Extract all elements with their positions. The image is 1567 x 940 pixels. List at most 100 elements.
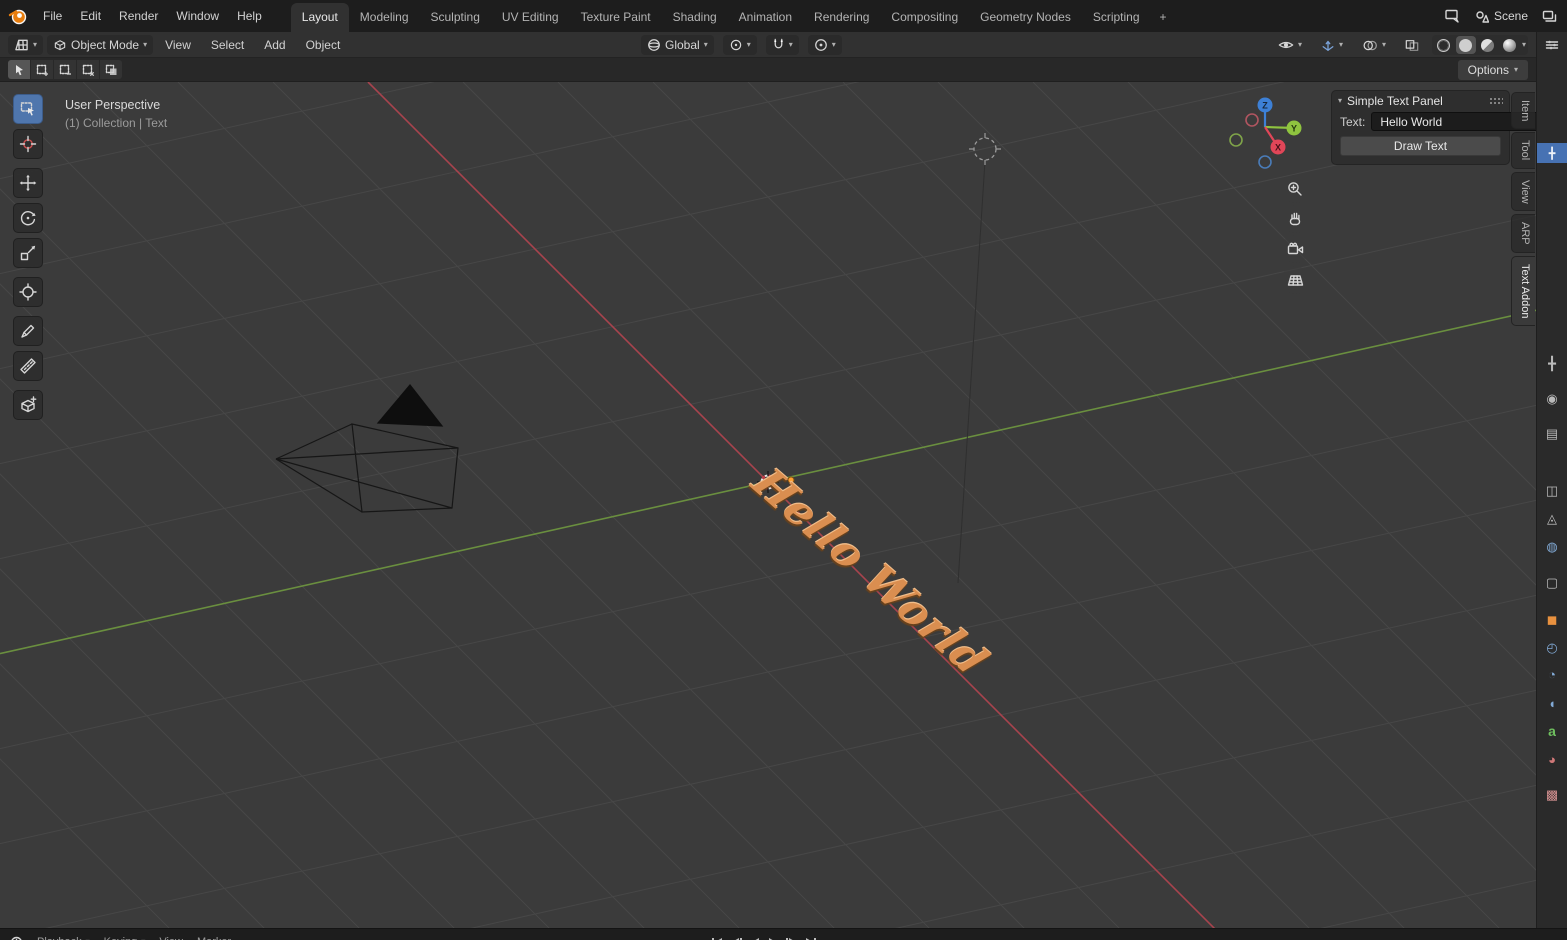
workspace-tab-texture-paint[interactable]: Texture Paint (570, 3, 662, 32)
workspace-tab-uv-editing[interactable]: UV Editing (491, 3, 570, 32)
select-mode-intersect-button[interactable] (100, 60, 122, 79)
shading-wireframe-button[interactable] (1434, 36, 1454, 54)
3d-viewport[interactable]: User Perspective (1) Collection | Text H… (0, 82, 1536, 928)
workspace-tab-sculpting[interactable]: Sculpting (420, 3, 491, 32)
perspective-toggle-button[interactable] (1281, 266, 1309, 294)
add-workspace-button[interactable]: + (1151, 3, 1176, 32)
view-perspective-label: User Perspective (65, 96, 167, 114)
panel-collapse-icon[interactable]: ▾ (1338, 97, 1342, 105)
properties-tab-view-layer[interactable]: ◫ (1537, 477, 1567, 503)
draw-text-button[interactable]: Draw Text (1340, 136, 1501, 156)
properties-tab-tool[interactable]: ╋ (1537, 350, 1567, 376)
workspace-tab-modeling[interactable]: Modeling (349, 3, 420, 32)
workspace-tab-layout[interactable]: Layout (291, 3, 349, 32)
zoom-button[interactable] (1281, 175, 1309, 203)
properties-tab-material[interactable]: ◕ (1537, 746, 1567, 772)
properties-tab-physics[interactable]: ◔ (1537, 661, 1567, 687)
axis-navigation-gizmo[interactable]: Z Y X (1223, 84, 1311, 172)
properties-editor-menu-icon[interactable] (1537, 39, 1567, 51)
xray-toggle[interactable] (1399, 36, 1425, 55)
properties-tab-object[interactable]: ◼ (1537, 606, 1567, 632)
proportional-edit-toggle[interactable]: ▾ (808, 35, 842, 55)
timeline-editor-icon[interactable] (10, 936, 23, 940)
sidebar-tab-text-addon[interactable]: Text Addon (1511, 256, 1535, 326)
sidebar-tab-view[interactable]: View (1511, 172, 1535, 212)
editor-type-button[interactable]: ▾ (8, 35, 43, 55)
panel-header[interactable]: ▾ Simple Text Panel (1332, 91, 1509, 110)
axis-z-negative[interactable] (1259, 156, 1271, 168)
properties-tab-world[interactable]: ◍ (1537, 533, 1567, 559)
properties-tab-render[interactable]: ◉ (1537, 385, 1567, 411)
properties-tab-active-tool[interactable]: ╋ (1537, 143, 1567, 163)
select-mode-set-button[interactable] (8, 60, 30, 79)
camera-view-button[interactable] (1281, 235, 1309, 263)
menu-window[interactable]: Window (167, 5, 228, 27)
snap-toggle[interactable]: ▾ (766, 35, 799, 55)
view-menu[interactable]: View (159, 936, 183, 940)
properties-tab-scene[interactable]: ◬ (1537, 505, 1567, 531)
options-button[interactable]: Options ▾ (1458, 60, 1528, 80)
add-cube-tool[interactable] (13, 390, 43, 420)
sidebar-tab-tool[interactable]: Tool (1511, 132, 1535, 168)
scene-selector[interactable]: Scene (1469, 7, 1534, 25)
properties-tab-texture[interactable]: ▩ (1537, 781, 1567, 807)
rotate-tool[interactable] (13, 203, 43, 233)
keying-menu[interactable]: Keying ▾ (104, 936, 146, 940)
wrench-icon: ◴ (1546, 641, 1557, 654)
menu-render[interactable]: Render (110, 5, 167, 27)
orientation-dropdown[interactable]: Global ▾ (641, 35, 714, 55)
menu-object[interactable]: Object (298, 35, 349, 55)
menu-file[interactable]: File (34, 5, 71, 27)
workspace-tab-compositing[interactable]: Compositing (880, 3, 969, 32)
mode-label: Object Mode (71, 38, 139, 52)
select-box-tool[interactable] (13, 94, 43, 124)
properties-tab-object-data[interactable]: a (1537, 718, 1567, 744)
screen-layout-icon[interactable] (1445, 9, 1461, 23)
view-layer-icon[interactable] (1542, 10, 1557, 23)
select-mode-subtract-button[interactable] (54, 60, 76, 79)
workspace-tab-rendering[interactable]: Rendering (803, 3, 880, 32)
shading-caret-icon[interactable]: ▾ (1522, 41, 1526, 49)
marker-menu[interactable]: Marker (197, 936, 231, 940)
overlays-dropdown[interactable]: ▾ (1356, 36, 1392, 55)
move-tool[interactable] (13, 168, 43, 198)
workspace-tab-geometry-nodes[interactable]: Geometry Nodes (969, 3, 1082, 32)
properties-tab-collection[interactable]: ▢ (1537, 569, 1567, 595)
menu-select[interactable]: Select (203, 35, 252, 55)
axis-y-negative[interactable] (1230, 134, 1242, 146)
empty-object[interactable] (969, 133, 1001, 165)
annotate-tool[interactable] (13, 316, 43, 346)
menu-add[interactable]: Add (256, 35, 293, 55)
cursor-tool[interactable] (13, 129, 43, 159)
menu-view[interactable]: View (157, 35, 199, 55)
workspace-tab-shading[interactable]: Shading (662, 3, 728, 32)
properties-tab-output[interactable]: ▤ (1537, 420, 1567, 446)
shading-rendered-button[interactable] (1500, 36, 1520, 54)
shading-solid-button[interactable] (1456, 36, 1476, 54)
axis-x-negative[interactable] (1246, 114, 1258, 126)
sidebar-tab-item[interactable]: Item (1511, 92, 1535, 129)
properties-tab-modifiers[interactable]: ◴ (1537, 634, 1567, 660)
workspace-tab-animation[interactable]: Animation (728, 3, 803, 32)
visibility-dropdown[interactable]: ▾ (1272, 36, 1308, 54)
menu-edit[interactable]: Edit (71, 5, 110, 27)
pivot-point-icon (729, 38, 743, 52)
transform-tool[interactable] (13, 277, 43, 307)
mode-dropdown[interactable]: Object Mode ▾ (47, 35, 153, 55)
select-mode-extend-button[interactable] (31, 60, 53, 79)
menu-help[interactable]: Help (228, 5, 271, 27)
gizmos-dropdown[interactable]: ▾ (1315, 35, 1349, 55)
select-mode-invert-button[interactable] (77, 60, 99, 79)
blender-logo-icon[interactable] (8, 6, 28, 26)
pivot-dropdown[interactable]: ▾ (723, 35, 757, 55)
measure-tool[interactable] (13, 351, 43, 381)
scale-tool[interactable] (13, 238, 43, 268)
playback-menu[interactable]: Playback ▾ (37, 936, 90, 940)
sidebar-tab-arp[interactable]: ARP (1511, 214, 1535, 253)
workspace-tab-scripting[interactable]: Scripting (1082, 3, 1151, 32)
pan-hand-button[interactable] (1281, 205, 1309, 233)
panel-grip-icon[interactable] (1489, 97, 1503, 105)
properties-tab-constraints[interactable]: ◖ (1537, 690, 1567, 716)
shading-material-button[interactable] (1478, 36, 1498, 54)
wireframe-sphere-icon (1437, 39, 1450, 52)
